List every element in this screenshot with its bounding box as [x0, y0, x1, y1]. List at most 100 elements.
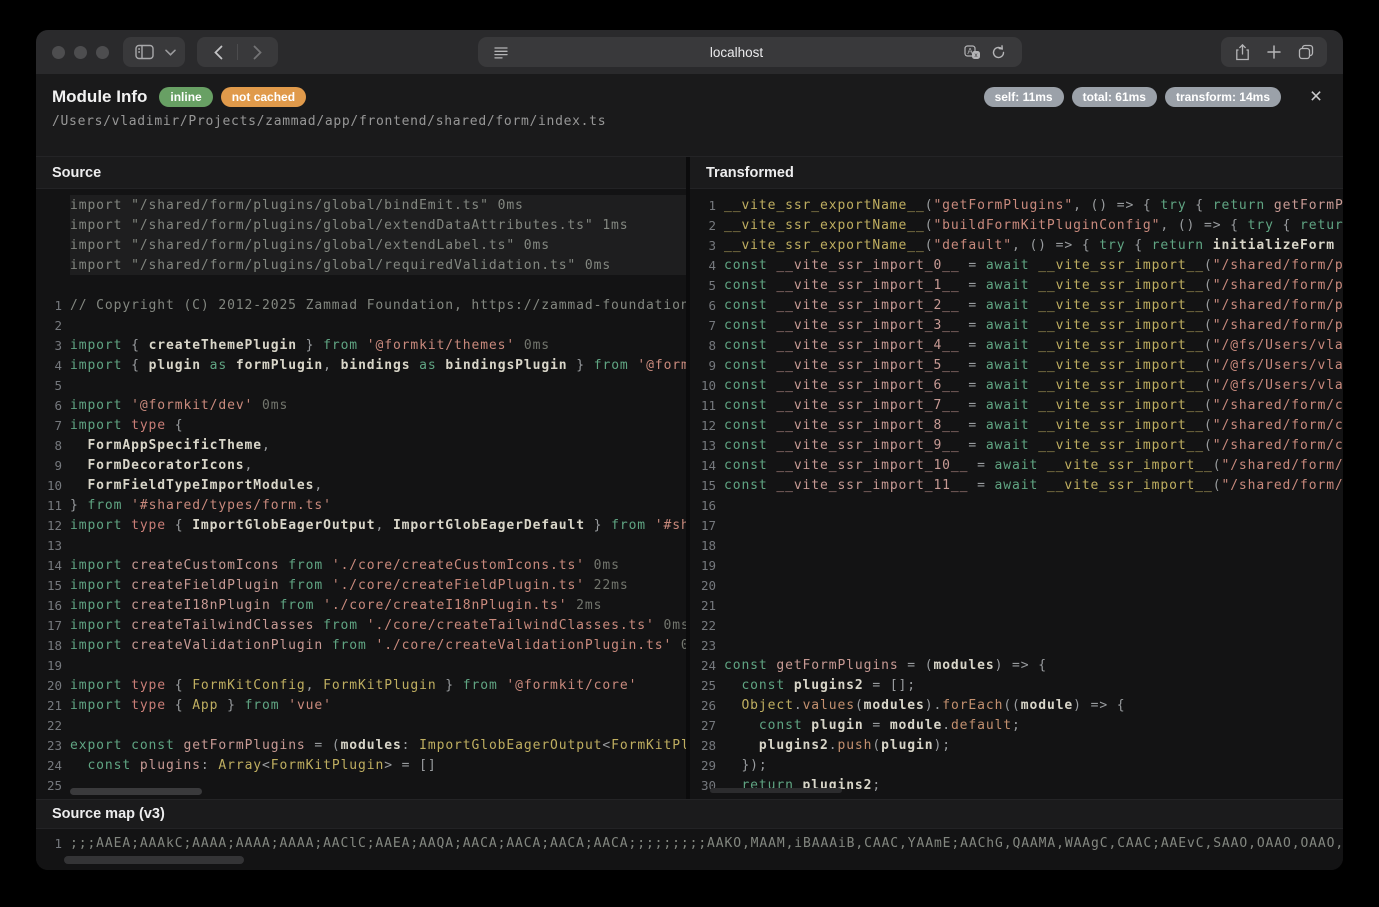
code-line: 1// Copyright (C) 2012-2025 Zammad Found… [36, 295, 686, 315]
code-line: 22 [690, 615, 1343, 635]
code-line: 13const __vite_ssr_import_9__ = await __… [690, 435, 1343, 455]
line-number: 11 [36, 498, 62, 513]
line-number: 13 [36, 538, 62, 553]
code-line: 6const __vite_ssr_import_2__ = await __v… [690, 295, 1343, 315]
line-number: 22 [690, 618, 716, 633]
module-info-header: Module Info inline not cached self: 11ms… [36, 74, 1343, 156]
line-number: 2 [690, 218, 716, 233]
transformed-hscrollbar[interactable] [710, 788, 842, 793]
line-number: 29 [690, 758, 716, 773]
minimize-window-button[interactable] [74, 46, 87, 59]
browser-window: localhost A x [36, 30, 1343, 870]
code-line-text: const __vite_ssr_import_1__ = await __vi… [724, 278, 1343, 293]
code-line: 26 Object.values(modules).forEach((modul… [690, 695, 1343, 715]
code-line: 19 [36, 655, 686, 675]
code-line-text: const plugins2 = []; [724, 678, 916, 693]
code-line: 21import type { App } from 'vue' [36, 695, 686, 715]
code-line-text: const __vite_ssr_import_3__ = await __vi… [724, 318, 1343, 333]
code-line: 3__vite_ssr_exportName__("default", () =… [690, 235, 1343, 255]
import-timings-widget: import "/shared/form/plugins/global/bind… [70, 195, 686, 275]
code-line-text: import createValidationPlugin from './co… [70, 638, 686, 653]
share-icon[interactable] [1229, 39, 1255, 65]
code-line-text: import type { [70, 418, 183, 433]
code-line: 4import { plugin as formPlugin, bindings… [36, 355, 686, 375]
code-line: 7import type { [36, 415, 686, 435]
line-number: 14 [36, 558, 62, 573]
code-line-text: Object.values(modules).forEach((module) … [724, 698, 1126, 713]
sidebar-button[interactable] [123, 37, 185, 67]
sourcemap-hscrollbar[interactable] [64, 856, 244, 864]
code-line: 15 import createFieldPlugin from './core/… [36, 575, 686, 595]
code-line-text: FormFieldTypeImportModules, [70, 478, 323, 493]
code-line: 1;;;AAEA;AAAkC;AAAA;AAAA;AAAA;AAClC;AAEA… [36, 833, 1343, 853]
code-line: 22 [36, 715, 686, 735]
code-line-text: import "/shared/form/plugins/global/exte… [70, 238, 550, 253]
translate-icon[interactable]: A x [960, 39, 986, 65]
transformed-code-area[interactable]: 1__vite_ssr_exportName__("getFormPlugins… [690, 189, 1343, 799]
back-button[interactable] [205, 39, 231, 65]
line-number: 2 [36, 318, 62, 333]
code-line: 29 }); [690, 755, 1343, 775]
source-code-area[interactable]: import "/shared/form/plugins/global/bind… [36, 189, 686, 799]
page-title: Module Info [52, 87, 147, 107]
code-line: 5 [36, 375, 686, 395]
code-line-text: plugins2.push(plugin); [724, 738, 951, 753]
line-number: 28 [690, 738, 716, 753]
sourcemap-code-area[interactable]: 1;;;AAEA;AAAkC;AAAA;AAAA;AAAA;AAClC;AAEA… [36, 829, 1343, 853]
code-line-text: const __vite_ssr_import_11__ = await __v… [724, 478, 1343, 493]
source-code-lines: 1// Copyright (C) 2012-2025 Zammad Found… [36, 295, 686, 795]
forward-button[interactable] [244, 39, 270, 65]
code-line: import "/shared/form/plugins/global/exte… [70, 215, 686, 235]
code-line: 24const getFormPlugins = (modules) => { [690, 655, 1343, 675]
timing-self-badge: self: 11ms [984, 87, 1064, 107]
code-line: 12import type { ImportGlobEagerOutput, I… [36, 515, 686, 535]
code-line-text: const __vite_ssr_import_5__ = await __vi… [724, 358, 1343, 373]
code-line: 28 plugins2.push(plugin); [690, 735, 1343, 755]
line-number: 19 [36, 658, 62, 673]
address-bar[interactable]: localhost A x [478, 37, 1022, 67]
new-tab-icon[interactable] [1261, 39, 1287, 65]
source-hscrollbar[interactable] [70, 788, 202, 795]
line-number: 14 [690, 458, 716, 473]
reader-icon[interactable] [488, 39, 514, 65]
line-number: 9 [36, 458, 62, 473]
line-number: 8 [690, 338, 716, 353]
line-number: 7 [690, 318, 716, 333]
reload-icon[interactable] [986, 39, 1012, 65]
line-number: 10 [690, 378, 716, 393]
line-number: 26 [690, 698, 716, 713]
code-line-text: import '@formkit/dev' 0ms [70, 398, 288, 413]
line-number: 25 [36, 778, 62, 793]
line-number: 16 [36, 598, 62, 613]
code-line: import "/shared/form/plugins/global/exte… [70, 235, 686, 255]
code-line-text: const __vite_ssr_import_10__ = await __v… [724, 458, 1343, 473]
line-number: 17 [690, 518, 716, 533]
line-number: 15 [36, 578, 62, 593]
line-number: 8 [36, 438, 62, 453]
close-window-button[interactable] [52, 46, 65, 59]
line-number: 3 [36, 338, 62, 353]
code-line: 16 [690, 495, 1343, 515]
code-line-text: }); [724, 758, 768, 773]
line-number: 1 [36, 298, 62, 313]
code-line-text: import "/shared/form/plugins/global/requ… [70, 258, 611, 273]
code-line: 8const __vite_ssr_import_4__ = await __v… [690, 335, 1343, 355]
line-number: 6 [690, 298, 716, 313]
code-line-text: const __vite_ssr_import_0__ = await __vi… [724, 258, 1343, 273]
code-line: 27 const plugin = module.default; [690, 715, 1343, 735]
code-line: 13 [36, 535, 686, 555]
close-icon[interactable]: × [1305, 88, 1327, 106]
code-line: 20import type { FormKitConfig, FormKitPl… [36, 675, 686, 695]
code-line: 23export const getFormPlugins = (modules… [36, 735, 686, 755]
url-text: localhost [514, 45, 960, 60]
tab-overview-icon[interactable] [1293, 39, 1319, 65]
sidebar-icon [131, 39, 157, 65]
line-number: 4 [36, 358, 62, 373]
code-line-text: import createI18nPlugin from './core/cre… [70, 598, 602, 613]
zoom-window-button[interactable] [96, 46, 109, 59]
code-line: 2 [36, 315, 686, 335]
code-line-text: FormDecoratorIcons, [70, 458, 253, 473]
code-line: 17 [690, 515, 1343, 535]
code-line-text: __vite_ssr_exportName__("default", () =>… [724, 238, 1335, 253]
code-line-text: import createFieldPlugin from './core/cr… [70, 578, 629, 593]
